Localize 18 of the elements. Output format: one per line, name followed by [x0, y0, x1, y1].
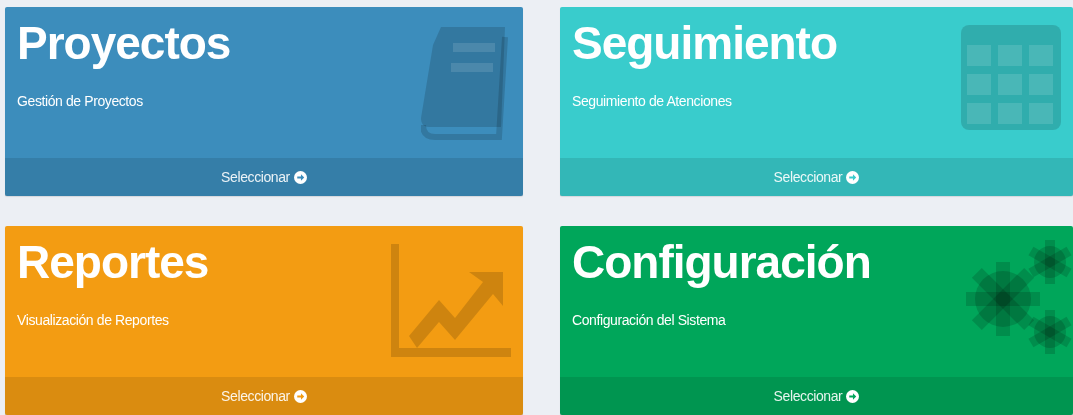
- select-link[interactable]: Seleccionar: [560, 158, 1073, 196]
- card-title: Seguimiento: [572, 16, 838, 71]
- card-subtitle: Visualización de Reportes: [17, 312, 169, 328]
- card-subtitle: Configuración del Sistema: [572, 312, 726, 328]
- card-title: Proyectos: [17, 16, 231, 71]
- card-subtitle: Seguimiento de Atenciones: [572, 93, 732, 109]
- grid-icon: [961, 25, 1061, 130]
- select-link[interactable]: Seleccionar: [5, 377, 523, 415]
- card-title: Reportes: [17, 235, 209, 290]
- arrow-circle-icon: [293, 170, 307, 184]
- chart-icon: [391, 244, 511, 359]
- select-link[interactable]: Seleccionar: [5, 158, 523, 196]
- card-subtitle: Gestión de Proyectos: [17, 93, 143, 109]
- arrow-circle-icon: [846, 170, 860, 184]
- card-title: Configuración: [572, 235, 871, 290]
- arrow-circle-icon: [846, 389, 860, 403]
- select-link[interactable]: Seleccionar: [560, 377, 1073, 415]
- arrow-circle-icon: [293, 389, 307, 403]
